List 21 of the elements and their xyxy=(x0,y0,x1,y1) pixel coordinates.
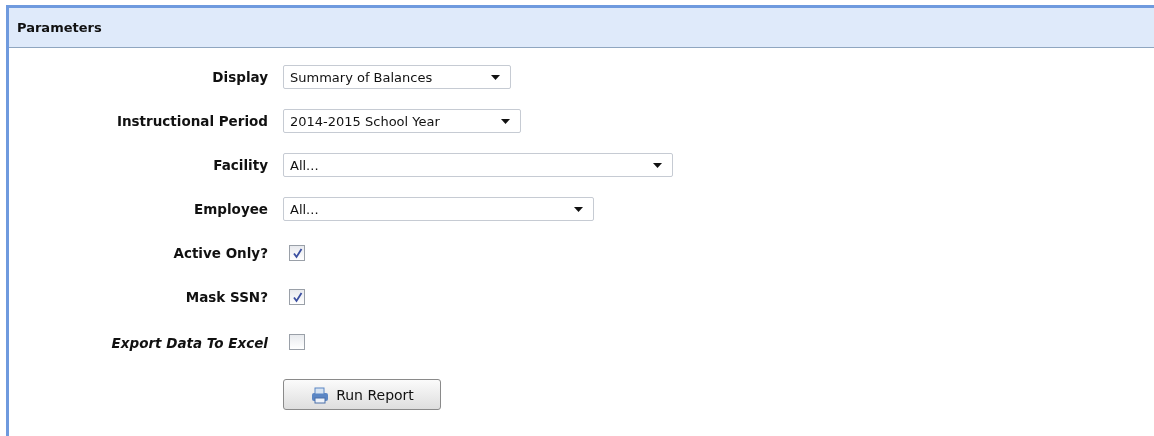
panel-title: Parameters xyxy=(17,20,102,35)
field-label: Employee xyxy=(194,200,268,219)
field-label: Instructional Period xyxy=(116,112,268,131)
field-label: Mask SSN? xyxy=(185,288,268,307)
dropdown-field[interactable]: Summary of Balances xyxy=(283,65,511,89)
checkbox[interactable] xyxy=(289,245,305,261)
caret-icon xyxy=(653,162,662,168)
field-label: Active Only? xyxy=(173,244,268,263)
checkbox[interactable] xyxy=(289,334,305,350)
dropdown-field[interactable]: 2014-2015 School Year xyxy=(283,109,521,133)
field-label: Export Data To Excel xyxy=(111,334,268,353)
caret-icon xyxy=(491,74,500,80)
run-report-button[interactable]: Run Report xyxy=(283,379,441,410)
printer-icon xyxy=(310,385,331,404)
dropdown-field[interactable]: All... xyxy=(283,197,594,221)
field-label: Facility xyxy=(213,156,268,175)
caret-icon xyxy=(501,118,510,124)
dropdown-field[interactable]: All... xyxy=(283,153,673,177)
checkbox[interactable] xyxy=(289,289,305,305)
field-label: Display xyxy=(212,68,268,87)
caret-icon xyxy=(574,206,583,212)
